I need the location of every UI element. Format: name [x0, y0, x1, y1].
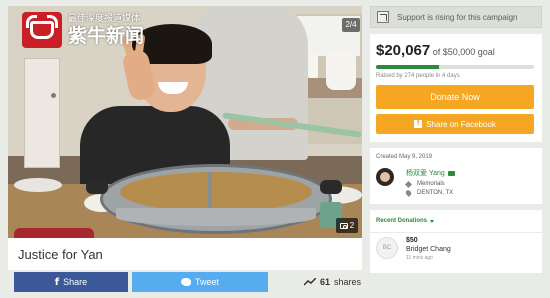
twitter-bird-icon — [180, 278, 191, 286]
campaign-main: 最佳深度报道媒体 紫牛新闻 2/4 2 Justice for Yan — [8, 6, 362, 270]
photo-hotpot-rim — [116, 208, 316, 226]
campaign-page: 最佳深度报道媒体 紫牛新闻 2/4 2 Justice for Yan f Sh… — [0, 0, 550, 298]
tweet-label: Tweet — [194, 277, 219, 287]
mail-icon[interactable] — [447, 170, 455, 176]
trending-up-icon — [377, 11, 389, 23]
donation-amount: $50 — [406, 237, 418, 244]
donation-time: 11 mins ago — [406, 255, 433, 261]
photo-count-indicator: 2/4 — [342, 18, 360, 32]
photo-hotpot-soup — [120, 172, 312, 212]
organizer-info: 杨双爱 Yang Memorials DENTON, TX — [404, 168, 455, 197]
logo-name: 紫牛新闻 — [68, 24, 145, 47]
campaign-title: Justice for Yan — [18, 246, 103, 262]
funding-summary: $20,067 of $50,000 goal — [376, 42, 536, 59]
logo-text: 最佳深度报道媒体 紫牛新闻 — [68, 14, 144, 47]
organizer-category: Memorials — [404, 180, 455, 188]
funding-progress-bar — [376, 65, 534, 69]
organizer-location-text: DENTON, TX — [417, 190, 454, 196]
organizer-location: DENTON, TX — [404, 189, 455, 197]
donor-avatar: BC — [376, 237, 398, 259]
facebook-icon: f — [414, 120, 423, 128]
photo-pot-handle — [86, 180, 108, 194]
support-banner: Support is rising for this campaign — [370, 6, 542, 28]
facebook-icon: f — [54, 276, 60, 288]
share-count-label: shares — [334, 277, 362, 287]
tag-icon — [404, 180, 413, 188]
funding-progress-fill — [376, 65, 440, 69]
campaign-details: Created May 9, 2019 杨双爱 Yang Memorials D… — [370, 148, 542, 204]
facebook-share-button[interactable]: f Share — [14, 272, 128, 292]
support-banner-text: Support is rising for this campaign — [397, 12, 518, 22]
organizer-name-link[interactable]: 杨双爱 Yang — [406, 168, 455, 178]
photo-bag — [326, 50, 356, 90]
campaign-sidebar: Support is rising for this campaign $20,… — [370, 6, 542, 273]
photo-cup — [308, 54, 318, 78]
bull-logo-icon — [22, 12, 62, 48]
organizer-avatar[interactable] — [376, 168, 394, 186]
share-count: 61 shares — [304, 277, 361, 287]
recent-donations-header: Recent Donations — [376, 218, 428, 224]
photo-doorknob — [51, 93, 56, 98]
photo-pot-handle — [320, 180, 342, 194]
donation-info: $50 Bridget Chang 11 mins ago — [406, 237, 451, 269]
donor-name: Bridget Chang — [406, 246, 451, 253]
photo-gallery-badge[interactable]: 2 — [336, 218, 358, 233]
created-date: Created May 9, 2019 — [376, 154, 433, 160]
logo-subtitle: 最佳深度报道媒体 — [68, 13, 141, 24]
share-on-facebook-button[interactable]: f Share on Facebook — [376, 114, 534, 134]
chevron-down-icon — [430, 219, 435, 223]
organizer-category-text: Memorials — [417, 181, 445, 187]
facebook-share-label: Share — [63, 277, 88, 287]
share-count-number: 61 — [320, 277, 331, 287]
photo-hotpot-divider — [208, 172, 212, 212]
photo-gallery-count: 2 — [349, 221, 355, 230]
share-bar: f Share Tweet 61 shares — [8, 272, 362, 292]
recent-donations-toggle[interactable]: Recent Donations — [370, 210, 542, 232]
share-on-facebook-label: Share on Facebook — [426, 119, 496, 129]
donation-card: $20,067 of $50,000 goal Raised by 274 pe… — [370, 34, 542, 142]
photo-plate — [14, 178, 62, 192]
campaign-photo[interactable]: 最佳深度报道媒体 紫牛新闻 2/4 2 — [8, 6, 362, 238]
photo-meat-plate — [14, 228, 94, 238]
camera-icon — [339, 222, 348, 229]
list-item: BC $50 Bridget Chang 11 mins ago — [370, 233, 542, 273]
organizer-name: 杨双爱 Yang — [406, 170, 445, 177]
campaign-title-card: Justice for Yan — [8, 238, 362, 270]
funding-goal: of $50,000 goal — [432, 47, 495, 57]
organizer: 杨双爱 Yang Memorials DENTON, TX — [376, 168, 536, 197]
photo-door — [24, 58, 60, 168]
donate-now-button[interactable]: Donate Now — [376, 85, 534, 109]
location-pin-icon — [404, 189, 413, 197]
trending-icon — [304, 278, 316, 286]
news-logo: 最佳深度报道媒体 紫牛新闻 — [22, 12, 144, 48]
amount-raised: $20,067 — [376, 42, 431, 59]
raised-by-text: Raised by 274 people in 4 days — [376, 73, 460, 79]
tweet-button[interactable]: Tweet — [132, 272, 268, 292]
